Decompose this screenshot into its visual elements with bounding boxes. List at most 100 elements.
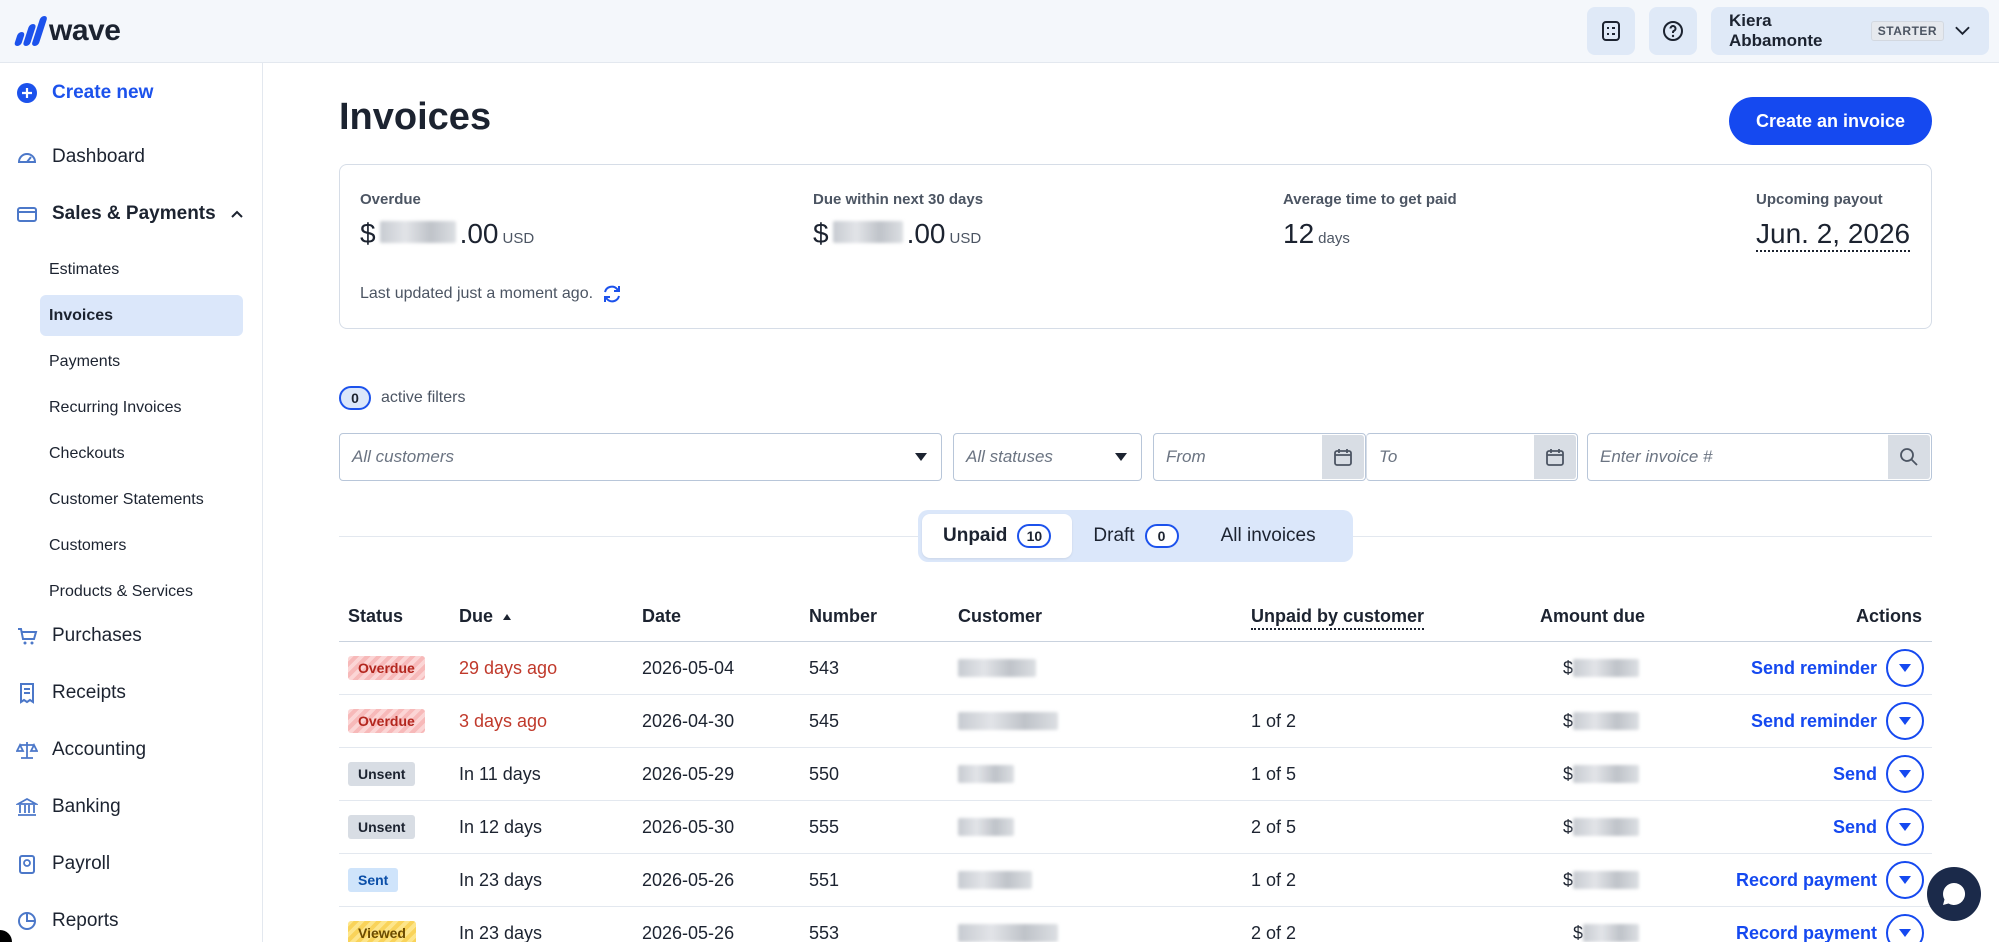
caret-down-icon [1899, 664, 1911, 672]
column-due[interactable]: Due [459, 606, 512, 627]
record-payment-link[interactable]: Record payment [1736, 923, 1877, 942]
status-badge: Overdue [348, 656, 425, 680]
due-cell: In 11 days [459, 763, 541, 784]
sidebar-item-receipts[interactable]: Receipts [16, 682, 126, 704]
redacted-amount [1583, 924, 1639, 942]
column-customer[interactable]: Customer [958, 606, 1042, 627]
redacted-customer [958, 765, 1014, 783]
column-number[interactable]: Number [809, 606, 877, 627]
sidebar-subitem-customers[interactable]: Customers [40, 525, 243, 566]
last-updated: Last updated just a moment ago. [360, 283, 623, 305]
sidebar-subitem-invoices[interactable]: Invoices [40, 295, 243, 336]
calendar-icon[interactable] [1534, 435, 1576, 479]
sort-asc-icon [503, 613, 512, 620]
row-actions-dropdown[interactable] [1886, 755, 1924, 793]
statuses-select[interactable]: All statuses [953, 433, 1142, 481]
send-link[interactable]: Send [1833, 817, 1877, 838]
tab-all-invoices[interactable]: All invoices [1200, 514, 1337, 558]
column-date[interactable]: Date [642, 606, 681, 627]
number-cell: 551 [809, 869, 840, 890]
redacted-customer [958, 818, 1014, 836]
sidebar-item-purchases[interactable]: Purchases [16, 625, 142, 647]
logo-text: wave [49, 14, 121, 47]
from-date-field[interactable]: From [1153, 433, 1366, 481]
table-row[interactable]: Viewed In 23 days 2026-05-26 553 2 of 2 … [339, 907, 1932, 942]
send-reminder-link[interactable]: Send reminder [1751, 711, 1877, 732]
redacted-amount [1573, 712, 1639, 730]
to-date-field[interactable]: To [1366, 433, 1578, 481]
create-new-button[interactable]: Create new [16, 82, 153, 104]
user-menu[interactable]: Kiera Abbamonte STARTER [1711, 7, 1989, 55]
sidebar-item-sales-payments[interactable]: Sales & Payments [16, 203, 244, 225]
overdue-stat: Overdue $ .00 USD [360, 191, 534, 250]
send-link[interactable]: Send [1833, 764, 1877, 785]
sidebar-item-accounting[interactable]: Accounting [16, 739, 146, 761]
sidebar-subitem-customer-statements[interactable]: Customer Statements [40, 479, 243, 520]
table-row[interactable]: Overdue 29 days ago 2026-05-04 543 $ Sen… [339, 642, 1932, 695]
tab-count: 0 [1144, 524, 1179, 548]
create-new-label: Create new [52, 82, 154, 103]
overdue-label: Overdue [360, 191, 421, 208]
chat-launcher-button[interactable] [1927, 867, 1981, 921]
sidebar-item-label: Banking [52, 796, 121, 817]
tab-unpaid[interactable]: Unpaid 10 [922, 514, 1073, 558]
avg-label: Average time to get paid [1283, 191, 1457, 208]
column-amount-due[interactable]: Amount due [1540, 606, 1645, 627]
column-due-label: Due [459, 606, 494, 626]
receipt-icon [16, 682, 38, 704]
sidebar: Create new Dashboard Sales & Payments Es… [0, 63, 263, 942]
customers-select[interactable]: All customers [339, 433, 942, 481]
caret-down-icon [915, 453, 927, 461]
column-status[interactable]: Status [348, 606, 403, 627]
sidebar-subitem-recurring-invoices[interactable]: Recurring Invoices [40, 387, 243, 428]
last-updated-text: Last updated just a moment ago. [360, 285, 594, 302]
table-row[interactable]: Unsent In 12 days 2026-05-30 555 2 of 5 … [339, 801, 1932, 854]
record-payment-link[interactable]: Record payment [1736, 870, 1877, 891]
row-actions-dropdown[interactable] [1886, 808, 1924, 846]
create-invoice-button[interactable]: Create an invoice [1729, 97, 1932, 145]
sidebar-item-payroll[interactable]: Payroll [16, 853, 110, 875]
checklist-button[interactable] [1587, 7, 1635, 55]
table-row[interactable]: Overdue 3 days ago 2026-04-30 545 1 of 2… [339, 695, 1932, 748]
chevron-down-icon [1955, 26, 1970, 36]
row-actions-dropdown[interactable] [1886, 914, 1924, 942]
sidebar-item-banking[interactable]: Banking [16, 796, 121, 818]
caret-down-icon [1899, 717, 1911, 725]
table-row[interactable]: Sent In 23 days 2026-05-26 551 1 of 2 $ … [339, 854, 1932, 907]
redacted-amount [832, 221, 903, 243]
sidebar-subitem-estimates[interactable]: Estimates [40, 249, 243, 290]
search-icon[interactable] [1888, 435, 1930, 479]
redacted-customer [958, 924, 1058, 942]
row-actions-dropdown[interactable] [1886, 861, 1924, 899]
sidebar-subitem-products-services[interactable]: Products & Services [40, 571, 243, 612]
redacted-amount [1573, 765, 1639, 783]
tab-draft[interactable]: Draft 0 [1072, 514, 1199, 558]
invoice-number-field[interactable]: Enter invoice # [1587, 433, 1932, 481]
wave-logo[interactable]: wave [13, 14, 121, 48]
unpaid-cell: 1 of 5 [1251, 763, 1297, 784]
active-filters-count: 0 [339, 386, 371, 410]
column-unpaid-by-customer[interactable]: Unpaid by customer [1251, 606, 1425, 630]
redacted-amount [1573, 818, 1639, 836]
row-actions-dropdown[interactable] [1886, 702, 1924, 740]
sidebar-subitem-checkouts[interactable]: Checkouts [40, 433, 243, 474]
sidebar-subitem-payments[interactable]: Payments [40, 341, 243, 382]
row-actions-dropdown[interactable] [1886, 649, 1924, 687]
invoice-placeholder: Enter invoice # [1600, 447, 1713, 466]
chevron-up-icon [230, 210, 243, 218]
column-actions: Actions [1856, 606, 1923, 626]
bank-icon [16, 796, 38, 818]
due30-prefix: $ [813, 218, 829, 249]
send-reminder-link[interactable]: Send reminder [1751, 658, 1877, 679]
sidebar-item-reports[interactable]: Reports [16, 910, 119, 932]
payout-date[interactable]: Jun. 2, 2026 [1756, 218, 1911, 252]
help-button[interactable] [1649, 7, 1697, 55]
sidebar-item-dashboard[interactable]: Dashboard [16, 146, 145, 168]
table-row[interactable]: Unsent In 11 days 2026-05-29 550 1 of 5 … [339, 748, 1932, 801]
due30-currency: USD [949, 230, 982, 247]
help-icon [1663, 21, 1683, 41]
calendar-icon[interactable] [1322, 435, 1364, 479]
refresh-icon[interactable] [601, 283, 623, 305]
sidebar-item-label: Receipts [52, 682, 126, 703]
sidebar-item-label: Dashboard [52, 146, 145, 167]
